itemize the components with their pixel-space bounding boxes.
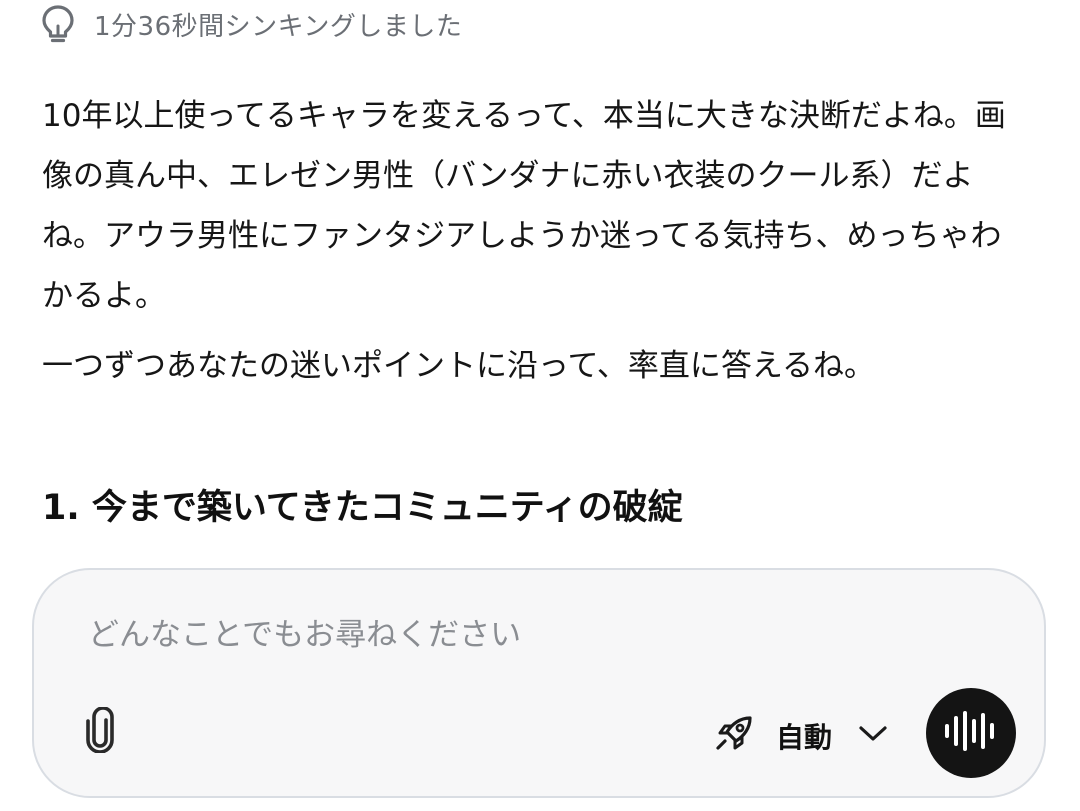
message-paragraph: 10年以上使ってるキャラを変えるって、本当に大きな決断だよね。画 像の真ん中、エ… [42, 86, 1032, 326]
lightbulb-icon [40, 4, 76, 44]
assistant-message: 10年以上使ってるキャラを変えるって、本当に大きな決断だよね。画 像の真ん中、エ… [42, 86, 1032, 396]
prompt-input[interactable] [88, 612, 968, 658]
paragraph-line: かるよ。 [42, 278, 166, 314]
rocket-icon [714, 714, 754, 758]
thinking-duration-label: 1分36秒間シンキングしました [94, 11, 463, 42]
chat-page: 1分36秒間シンキングしました 10年以上使ってるキャラを変えるって、本当に大き… [0, 0, 1080, 811]
chevron-down-icon [858, 724, 888, 748]
mode-selector[interactable]: 自動 [714, 710, 888, 762]
thinking-summary[interactable]: 1分36秒間シンキングしました [40, 2, 462, 46]
mode-label: 自動 [776, 721, 833, 754]
voice-waveform-icon [943, 709, 999, 757]
attach-button[interactable] [74, 706, 126, 758]
section-heading: 1. 今まで築いてきたコミュニティの破綻 [42, 488, 683, 528]
paragraph-line: 像の真ん中、エレゼン男性（バンダナに赤い衣装のクール系）だよ [42, 158, 974, 194]
paragraph-line: 一つずつあなたの迷いポイントに沿って、率直に答えるね。 [42, 348, 875, 384]
voice-mode-button[interactable] [926, 688, 1016, 778]
paragraph-line: 10年以上使ってるキャラを変えるって、本当に大きな決断だよね。画 [42, 98, 1006, 134]
message-composer: 自動 [32, 568, 1046, 798]
message-paragraph: 一つずつあなたの迷いポイントに沿って、率直に答えるね。 [42, 336, 1032, 396]
paperclip-icon [82, 706, 118, 757]
paragraph-line: ね。アウラ男性にファンタジアしようか迷ってる気持ち、めっちゃわ [42, 218, 1002, 254]
